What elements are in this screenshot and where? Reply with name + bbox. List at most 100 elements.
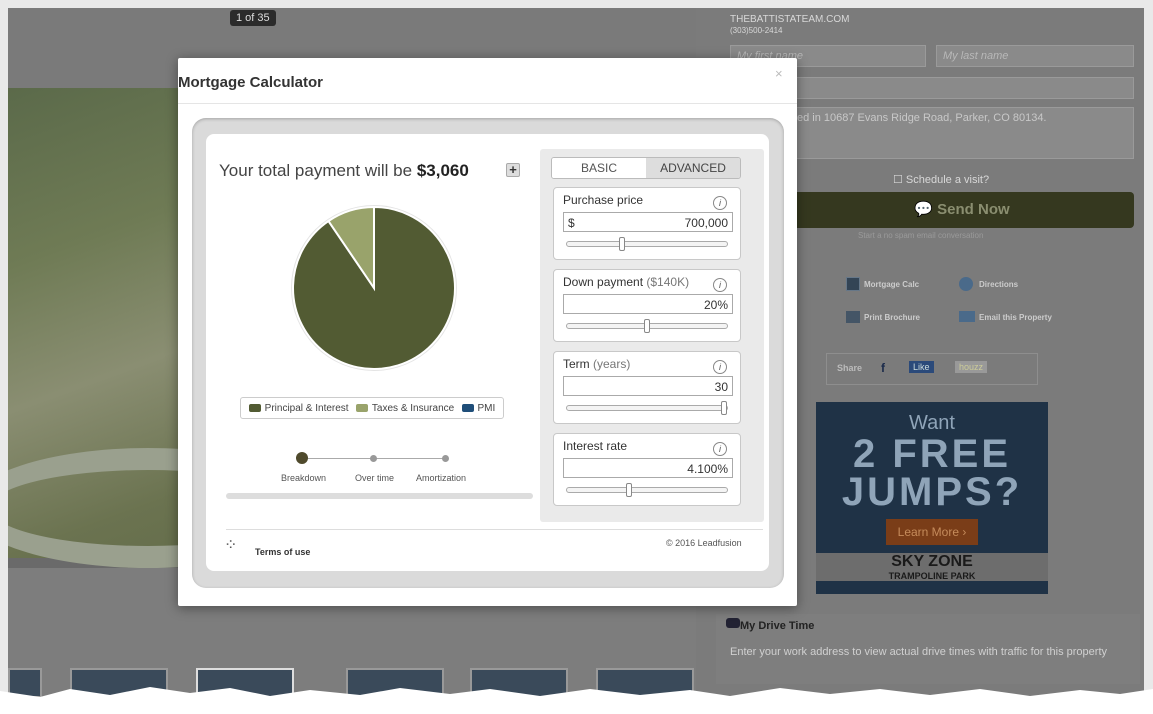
term-label-text: Term bbox=[563, 357, 590, 371]
term-field: Term (years) i 30 bbox=[553, 351, 741, 424]
total-payment-label: Your total payment will be bbox=[219, 161, 413, 180]
print-icon bbox=[846, 311, 860, 323]
schedule-visit-checkbox[interactable]: ☐ Schedule a visit? bbox=[893, 173, 989, 186]
close-button[interactable]: × bbox=[775, 66, 783, 81]
progress-track bbox=[226, 493, 533, 499]
purchase-price-label: Purchase price bbox=[563, 193, 644, 207]
schedule-visit-label: Schedule a visit? bbox=[905, 174, 990, 186]
interest-rate-input[interactable]: 4.100% bbox=[563, 458, 733, 478]
legend-swatch bbox=[248, 404, 261, 412]
modal-title: Mortgage Calculator bbox=[178, 74, 324, 91]
houzz-button[interactable]: houzz bbox=[955, 361, 988, 373]
purchase-price-field: Purchase price i $ 700,000 bbox=[553, 187, 741, 260]
directions-link[interactable]: Directions bbox=[979, 280, 1018, 289]
step-breakdown-label[interactable]: Breakdown bbox=[281, 473, 326, 483]
slider-thumb[interactable] bbox=[626, 483, 632, 497]
calculator-body: Your total payment will be $3,060 + Prin… bbox=[206, 134, 769, 571]
footer-divider bbox=[226, 529, 763, 530]
purchase-price-value: 700,000 bbox=[684, 216, 728, 230]
info-icon[interactable]: i bbox=[713, 360, 727, 374]
down-payment-slider[interactable] bbox=[566, 319, 728, 333]
legend-swatch bbox=[355, 404, 368, 412]
interest-rate-value: 4.100% bbox=[687, 462, 728, 476]
down-payment-label-text: Down payment bbox=[563, 275, 644, 289]
term-input[interactable]: 30 bbox=[563, 376, 733, 396]
slider-thumb[interactable] bbox=[619, 237, 625, 251]
term-slider[interactable] bbox=[566, 401, 728, 415]
tab-advanced[interactable]: ADVANCED bbox=[646, 158, 740, 178]
email-property-link[interactable]: Email this Property bbox=[979, 313, 1052, 322]
pie-legend: Principal & Interest Taxes & Insurance P… bbox=[240, 397, 504, 419]
info-icon[interactable]: i bbox=[713, 278, 727, 292]
calculator-icon bbox=[846, 277, 860, 291]
share-label: Share bbox=[837, 363, 863, 373]
like-button[interactable]: Like bbox=[909, 361, 934, 373]
ad-brand-sub: TRAMPOLINE PARK bbox=[888, 571, 976, 581]
advertisement[interactable]: Want 2 FREE JUMPS? Learn More › SKY ZONE… bbox=[816, 402, 1048, 594]
payment-pie-chart bbox=[291, 205, 457, 371]
mode-tabs: BASIC ADVANCED bbox=[551, 157, 741, 179]
interest-rate-slider[interactable] bbox=[566, 483, 728, 497]
down-payment-label: Down payment ($140K) bbox=[563, 275, 689, 289]
slider-thumb[interactable] bbox=[644, 319, 650, 333]
send-note: Start a no spam email conversation bbox=[858, 231, 984, 240]
leadfusion-logo-icon: ⁘ bbox=[224, 537, 237, 554]
drive-time-text: Enter your work address to view actual d… bbox=[730, 646, 1107, 658]
copyright: © 2016 Leadfusion bbox=[666, 538, 742, 548]
legend-principal-interest: Principal & Interest bbox=[248, 402, 349, 414]
terms-of-use-link[interactable]: Terms of use bbox=[255, 547, 310, 557]
phone: (303)500-2414 bbox=[730, 26, 783, 35]
page: 1 of 35 THEBATTISTATEAM.COM (303)500-241… bbox=[0, 0, 1153, 714]
down-payment-value: 20% bbox=[703, 298, 728, 312]
inputs-panel: BASIC ADVANCED Purchase price i $ 700,00… bbox=[540, 149, 764, 522]
total-payment-value: $3,060 bbox=[416, 161, 469, 180]
interest-rate-field: Interest rate i 4.100% bbox=[553, 433, 741, 506]
expand-button[interactable]: + bbox=[506, 163, 520, 177]
car-icon bbox=[726, 618, 740, 628]
ad-learn-more-button[interactable]: Learn More › bbox=[885, 519, 979, 545]
send-now-button[interactable]: 💬 Send Now bbox=[790, 192, 1134, 228]
step-amortization-label[interactable]: Amortization bbox=[416, 473, 466, 483]
facebook-icon[interactable]: f bbox=[881, 361, 885, 375]
last-name-field[interactable]: My last name bbox=[936, 45, 1134, 67]
mortgage-calc-link[interactable]: Mortgage Calc bbox=[864, 280, 919, 289]
info-icon[interactable]: i bbox=[713, 442, 727, 456]
calculator-frame: Your total payment will be $3,060 + Prin… bbox=[192, 118, 784, 588]
legend-pmi: PMI bbox=[461, 403, 495, 414]
down-payment-amount: ($140K) bbox=[646, 275, 690, 289]
ad-line3: JUMPS? bbox=[841, 470, 1023, 514]
ad-line2: 2 FREE bbox=[852, 432, 1012, 476]
total-payment: Your total payment will be $3,060 bbox=[219, 161, 469, 181]
info-icon[interactable]: i bbox=[713, 196, 727, 210]
torn-edge bbox=[0, 687, 1153, 714]
tab-basic[interactable]: BASIC bbox=[552, 158, 646, 178]
dollar-prefix: $ bbox=[568, 216, 575, 230]
modal-divider bbox=[178, 103, 797, 104]
ad-brand: SKY ZONE TRAMPOLINE PARK bbox=[816, 553, 1048, 581]
term-unit: (years) bbox=[593, 357, 631, 371]
legend-label: Principal & Interest bbox=[264, 402, 349, 414]
print-brochure-link[interactable]: Print Brochure bbox=[864, 313, 920, 322]
photo-counter: 1 of 35 bbox=[230, 10, 276, 26]
send-now-label: Send Now bbox=[937, 201, 1010, 218]
down-payment-field: Down payment ($140K) i 20% bbox=[553, 269, 741, 342]
ad-cta-label: Learn More bbox=[897, 525, 960, 539]
step-over-time-dot[interactable] bbox=[370, 455, 377, 462]
directions-icon bbox=[959, 277, 973, 291]
slider-thumb[interactable] bbox=[721, 401, 727, 415]
legend-swatch bbox=[461, 404, 474, 412]
site-name: THEBATTISTATEAM.COM bbox=[730, 14, 850, 25]
step-over-time-label[interactable]: Over time bbox=[355, 473, 394, 483]
step-amortization-dot[interactable] bbox=[442, 455, 449, 462]
purchase-price-input[interactable]: $ 700,000 bbox=[563, 212, 733, 232]
share-box: Share f Like houzz bbox=[826, 353, 1038, 385]
purchase-price-slider[interactable] bbox=[566, 237, 728, 251]
down-payment-input[interactable]: 20% bbox=[563, 294, 733, 314]
step-breakdown-dot[interactable] bbox=[296, 452, 308, 464]
term-value: 30 bbox=[714, 380, 728, 394]
legend-label: Taxes & Insurance bbox=[371, 402, 455, 414]
legend-taxes-insurance: Taxes & Insurance bbox=[355, 402, 455, 414]
chat-bubble-icon: 💬 bbox=[914, 201, 933, 218]
email-icon bbox=[959, 311, 975, 322]
mortgage-calculator-modal: Mortgage Calculator × Your total payment… bbox=[178, 58, 797, 606]
